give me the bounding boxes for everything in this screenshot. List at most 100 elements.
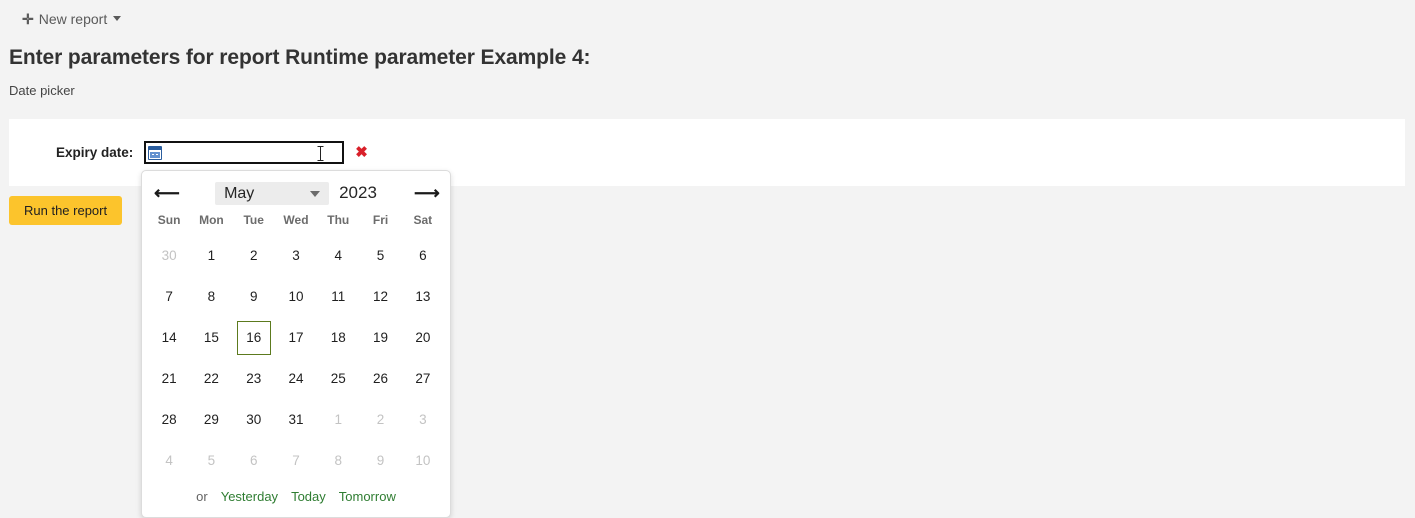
calendar-day-7: 7 [275,440,317,481]
calendar-day-label: 11 [331,289,346,304]
calendar-day-label: 8 [334,453,343,468]
calendar-day-label: 6 [419,248,427,263]
calendar-day-label: 1 [334,412,343,427]
calendar-day-24[interactable]: 24 [275,358,317,399]
calendar-day-1: 1 [317,399,359,440]
weekday-header-sat: Sat [413,213,433,227]
calendar-day-12[interactable]: 12 [359,276,401,317]
calendar-day-label: 9 [376,453,385,468]
calendar-day-17[interactable]: 17 [275,317,317,358]
new-report-menu[interactable]: ✛ New report [22,10,122,27]
calendar-day-label: 23 [246,371,262,386]
calendar-day-22[interactable]: 22 [190,358,232,399]
calendar-day-19[interactable]: 19 [359,317,401,358]
calendar-body: 30 1 2 3 4 5 6 7 8 9 10 11 12 13 14 15 16 17 18 19 20 21 22 23 2… [148,235,444,481]
calendar-day-31[interactable]: 31 [275,399,317,440]
weekday-header-wed: Wed [283,213,309,227]
calendar-day-30: 30 [148,235,190,276]
calendar-day-3[interactable]: 3 [275,235,317,276]
weekday-header-sun: Sun [157,213,181,227]
expiry-date-input[interactable] [166,143,351,162]
calendar-week-row: 21 22 23 24 25 26 27 [148,358,444,399]
calendar-day-28[interactable]: 28 [148,399,190,440]
calendar-day-label: 5 [207,453,216,468]
or-label: or [196,489,208,504]
calendar-day-label: 26 [373,371,389,386]
calendar-day-label: 2 [376,412,385,427]
calendar-day-2[interactable]: 2 [233,235,275,276]
calendar-week-row: 30 1 2 3 4 5 6 [148,235,444,276]
calendar-day-11[interactable]: 11 [317,276,359,317]
calendar-day-23[interactable]: 23 [233,358,275,399]
calendar-day-label: 30 [161,248,177,263]
calendar-day-label: 20 [415,330,431,345]
calendar-day-9[interactable]: 9 [233,276,275,317]
calendar-day-label: 3 [292,248,300,263]
calendar-day-label: 4 [334,248,343,263]
calendar-grid: Sun Mon Tue Wed Thu Fri Sat 30 1 2 3 4 5 6 7 8 9 10 11 12 1… [148,209,444,481]
calendar-week-row: 7 8 9 10 11 12 13 [148,276,444,317]
expiry-date-input-wrapper[interactable] [144,141,351,164]
calendar-day-20[interactable]: 20 [402,317,444,358]
datepicker-title: JanuaryFebruaryMarchAprilMayJuneJulyAugu… [178,181,414,205]
month-select[interactable]: JanuaryFebruaryMarchAprilMayJuneJulyAugu… [215,181,330,205]
chevron-down-icon [113,16,122,21]
calendar-week-row: 4 5 6 7 8 9 10 [148,440,444,481]
calendar-day-label: 21 [161,371,177,386]
calendar-day-label: 5 [376,248,385,263]
calendar-day-label: 7 [292,453,300,468]
calendar-day-7[interactable]: 7 [148,276,190,317]
calendar-day-6[interactable]: 6 [402,235,444,276]
calendar-day-8[interactable]: 8 [190,276,232,317]
calendar-day-8: 8 [317,440,359,481]
tomorrow-link[interactable]: Tomorrow [339,489,396,504]
clear-date-icon[interactable]: ✖ [355,145,368,160]
calendar-day-27[interactable]: 27 [402,358,444,399]
calendar-day-label: 12 [373,289,389,304]
year-label: 2023 [339,183,377,202]
plus-icon: ✛ [22,10,34,27]
calendar-day-16[interactable]: 16 [233,317,275,358]
calendar-day-4[interactable]: 4 [317,235,359,276]
calendar-day-30[interactable]: 30 [233,399,275,440]
calendar-icon[interactable] [148,145,163,160]
calendar-day-label: 3 [419,412,427,427]
calendar-day-13[interactable]: 13 [402,276,444,317]
calendar-day-2: 2 [359,399,401,440]
calendar-day-label: 13 [415,289,431,304]
calendar-day-label: 25 [330,371,346,386]
calendar-day-10[interactable]: 10 [275,276,317,317]
calendar-day-label: 4 [165,453,173,468]
new-report-label: New report [38,10,108,27]
calendar-week-row: 28 29 30 31 1 2 3 [148,399,444,440]
run-report-button[interactable]: Run the report [9,196,123,225]
calendar-day-5: 5 [190,440,232,481]
calendar-day-label: 6 [249,453,258,468]
calendar-day-5[interactable]: 5 [359,235,401,276]
yesterday-link[interactable]: Yesterday [221,489,278,504]
calendar-day-14[interactable]: 14 [148,317,190,358]
calendar-day-21[interactable]: 21 [148,358,190,399]
calendar-day-label: 29 [203,412,219,427]
calendar-day-label: 10 [288,289,304,304]
calendar-day-label: 28 [161,412,177,427]
previous-month-arrow-icon[interactable]: ⟵ [154,184,180,202]
calendar-day-18[interactable]: 18 [317,317,359,358]
today-link[interactable]: Today [291,489,326,504]
calendar-day-9: 9 [359,440,401,481]
calendar-day-26[interactable]: 26 [359,358,401,399]
calendar-day-1[interactable]: 1 [190,235,232,276]
calendar-day-15[interactable]: 15 [190,317,232,358]
next-month-arrow-icon[interactable]: ⟶ [414,184,440,202]
weekday-header-thu: Thu [327,213,350,227]
datepicker-popup: ⟵ JanuaryFebruaryMarchAprilMayJuneJulyAu… [141,170,451,518]
weekday-header-fri: Fri [372,213,389,227]
month-select-wrapper[interactable]: JanuaryFebruaryMarchAprilMayJuneJulyAugu… [215,181,330,205]
calendar-day-label: 2 [249,248,258,263]
calendar-day-29[interactable]: 29 [190,399,232,440]
calendar-day-25[interactable]: 25 [317,358,359,399]
datepicker-footer: or Yesterday Today Tomorrow [148,481,444,513]
page-subtitle: Date picker [9,83,75,98]
calendar-day-label: 1 [207,248,216,263]
calendar-day-label: 10 [415,453,431,468]
